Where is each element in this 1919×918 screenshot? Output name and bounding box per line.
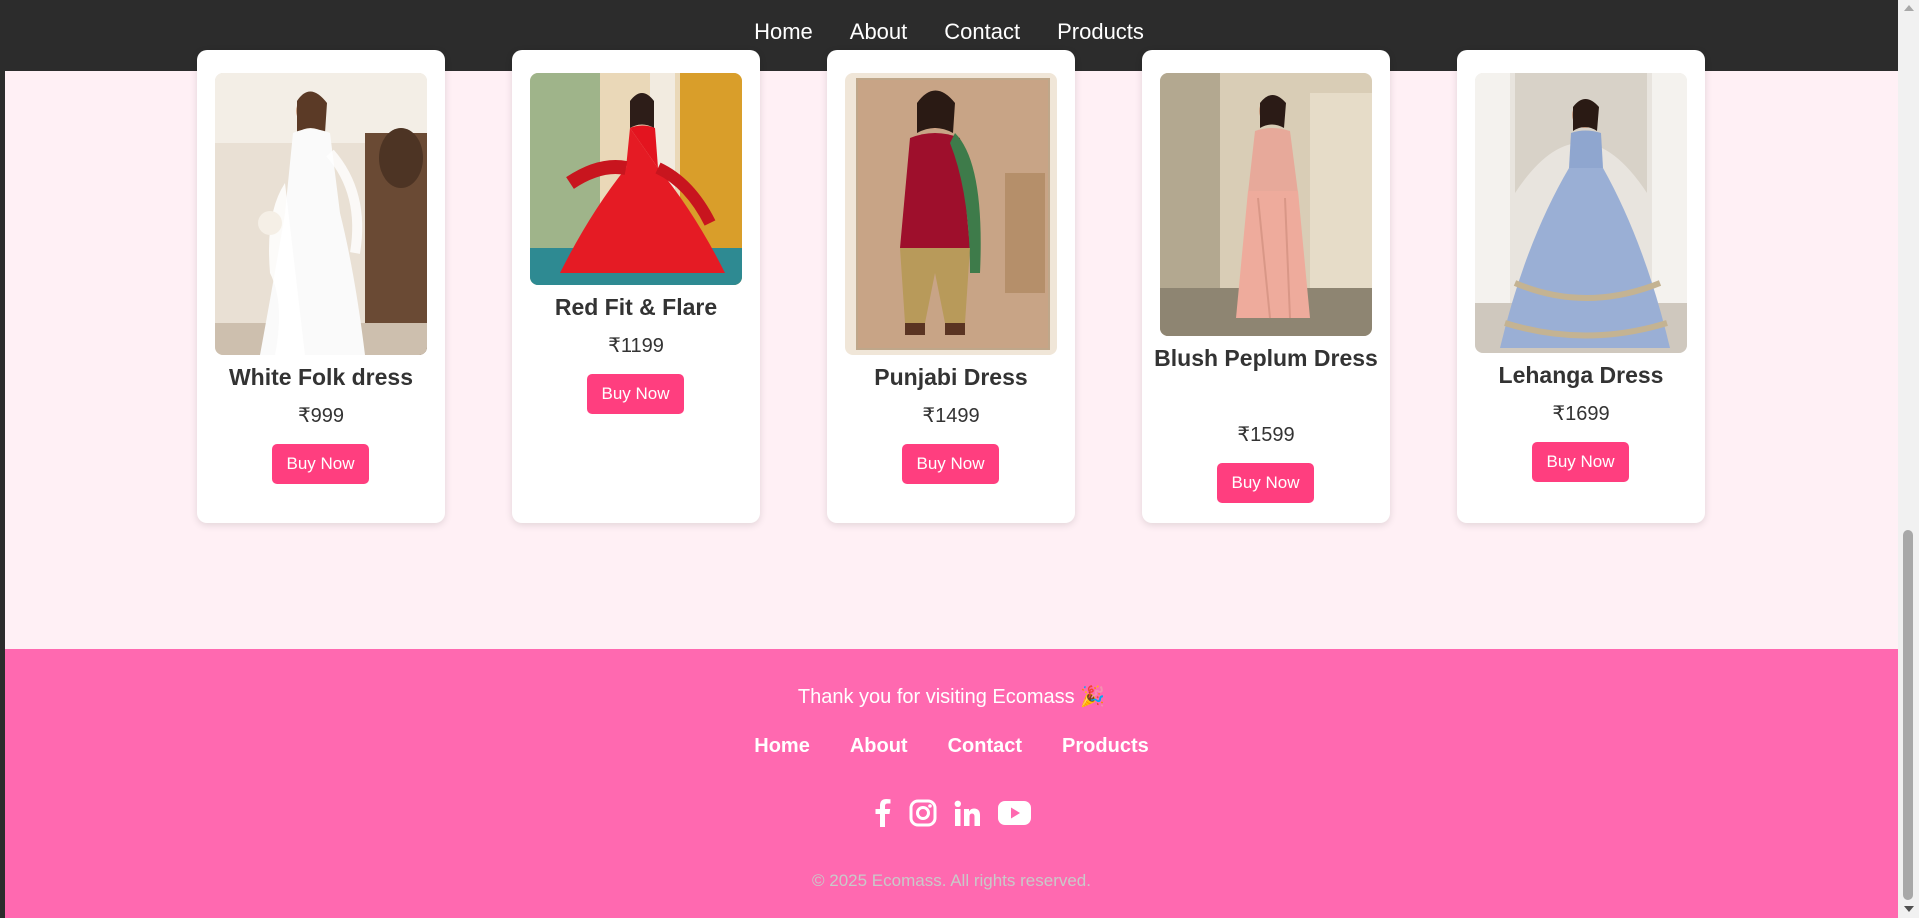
product-image[interactable]: [215, 73, 427, 355]
product-price: ₹1199: [608, 335, 664, 357]
footer-thanks-message: Thank you for visiting Ecomass 🎉: [797, 686, 1106, 708]
nav-contact-link[interactable]: Contact: [944, 19, 1020, 45]
product-image[interactable]: [1475, 73, 1687, 353]
product-image[interactable]: [845, 73, 1057, 355]
product-card-white-folk-dress: White Folk dress ₹999 Buy Now: [197, 50, 445, 523]
scroll-down-arrow-icon[interactable]: [1904, 906, 1914, 912]
nav-about-link[interactable]: About: [850, 19, 908, 45]
product-image[interactable]: [530, 73, 742, 285]
instagram-icon[interactable]: [909, 799, 937, 827]
footer-contact-link[interactable]: Contact: [948, 735, 1022, 758]
product-price: ₹1599: [1237, 424, 1295, 446]
product-card-blush-peplum-dress: Blush Peplum Dress ₹1599 Buy Now: [1142, 50, 1390, 523]
product-image[interactable]: [1160, 73, 1372, 336]
product-price: ₹999: [297, 405, 345, 427]
product-name: White Folk dress: [228, 364, 414, 390]
buy-now-button[interactable]: Buy Now: [1217, 463, 1314, 503]
product-name: Blush Peplum Dress: [1154, 345, 1378, 371]
product-name: Punjabi Dress: [874, 364, 1028, 390]
product-price: ₹1699: [1552, 403, 1610, 425]
scrollbar-thumb[interactable]: [1903, 530, 1913, 900]
product-card-lehanga-dress: Lehanga Dress ₹1699 Buy Now: [1457, 50, 1705, 523]
product-card-red-fit-flare: Red Fit & Flare ₹1199 Buy Now: [512, 50, 760, 523]
product-name: Red Fit & Flare: [554, 294, 718, 320]
nav-products-link[interactable]: Products: [1057, 19, 1144, 45]
product-price: ₹1499: [922, 405, 980, 427]
nav-home-link[interactable]: Home: [754, 19, 813, 45]
buy-now-button[interactable]: Buy Now: [272, 444, 369, 484]
social-links: [5, 799, 1898, 827]
footer-links: Home About Contact Products: [5, 735, 1898, 758]
product-name: Lehanga Dress: [1498, 362, 1664, 388]
scroll-up-arrow-icon[interactable]: [1904, 5, 1914, 11]
youtube-icon[interactable]: [998, 801, 1031, 825]
footer-home-link[interactable]: Home: [754, 735, 810, 758]
product-card-punjabi-dress: Punjabi Dress ₹1499 Buy Now: [827, 50, 1075, 523]
footer-about-link[interactable]: About: [850, 735, 908, 758]
buy-now-button[interactable]: Buy Now: [587, 374, 684, 414]
facebook-icon[interactable]: [872, 799, 892, 827]
site-footer: Thank you for visiting Ecomass 🎉 Home Ab…: [5, 649, 1898, 918]
footer-copyright: © 2025 Ecomass. All rights reserved.: [812, 871, 1091, 890]
buy-now-button[interactable]: Buy Now: [902, 444, 999, 484]
footer-products-link[interactable]: Products: [1062, 735, 1149, 758]
vertical-scrollbar[interactable]: [1898, 0, 1919, 918]
buy-now-button[interactable]: Buy Now: [1532, 442, 1629, 482]
linkedin-icon[interactable]: [954, 800, 981, 827]
